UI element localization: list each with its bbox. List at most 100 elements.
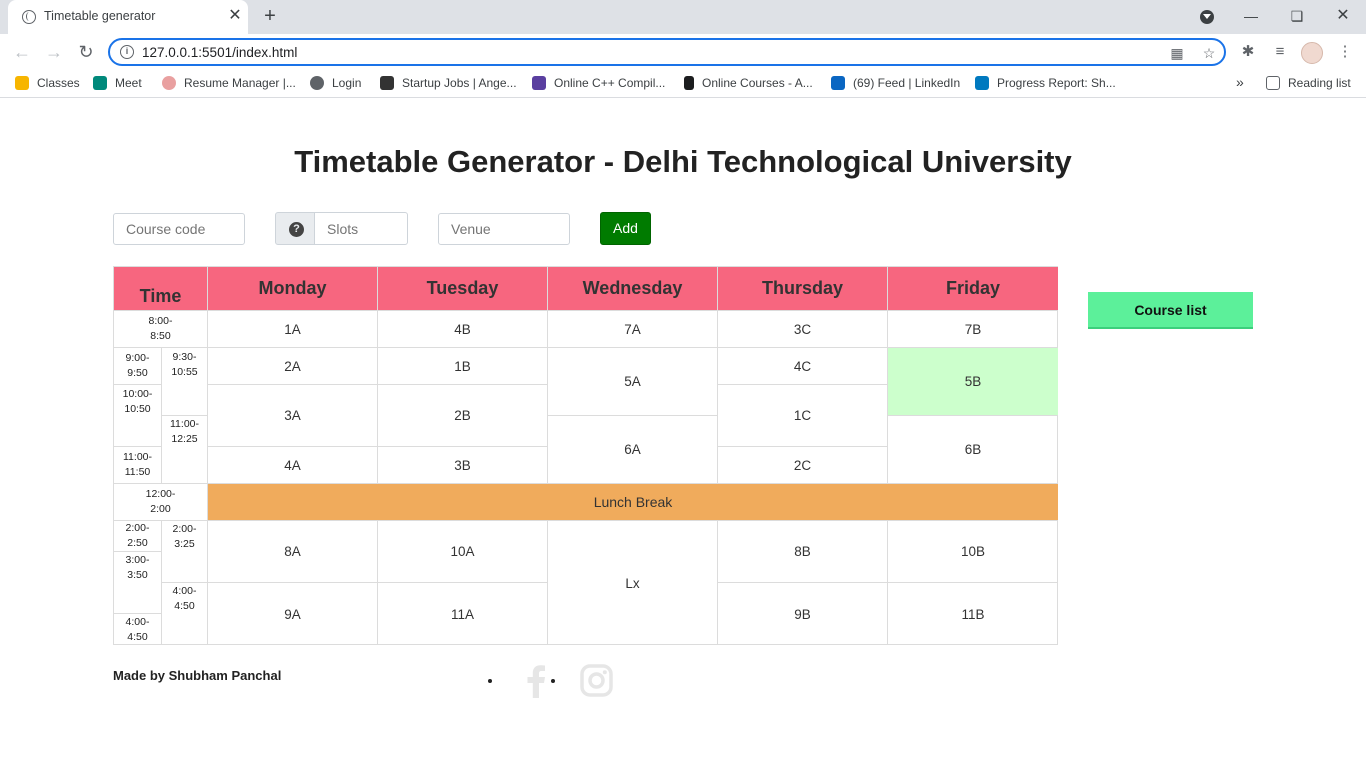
close-icon[interactable]: ✕ (225, 6, 245, 26)
slot-cell[interactable]: Lx (548, 521, 718, 645)
facebook-icon[interactable] (524, 664, 548, 698)
google-meet-icon (93, 76, 107, 90)
avatar[interactable] (1301, 42, 1323, 64)
course-code-input[interactable] (113, 213, 245, 245)
address-bar[interactable]: i 127.0.0.1:5501/index.html ▦ ☆ (108, 38, 1226, 66)
bookmark-meet[interactable]: Meet (93, 76, 142, 92)
slot-cell-highlighted[interactable]: 5B (888, 348, 1058, 416)
globe-icon (22, 10, 36, 24)
trello-icon (975, 76, 989, 90)
slot-cell[interactable]: 1C (718, 385, 888, 447)
time-slot: 9:30- 10:55 (162, 348, 208, 416)
slot-cell[interactable]: 11A (378, 583, 548, 645)
close-window-button[interactable]: ✕ (1328, 4, 1358, 28)
minimize-button[interactable]: — (1236, 4, 1266, 28)
slot-cell[interactable]: 3B (378, 447, 548, 484)
more-bookmarks-button[interactable]: » (1236, 74, 1244, 90)
tab-strip: Timetable generator ✕ + — ❏ ✕ (0, 0, 1366, 34)
udemy-icon (684, 76, 694, 90)
url-text: 127.0.0.1:5501/index.html (142, 45, 298, 60)
bookmark-linkedin[interactable]: (69) Feed | LinkedIn (831, 76, 960, 92)
day-header-tuesday: Tuesday (378, 267, 548, 311)
slot-cell[interactable]: 8A (208, 521, 378, 583)
slot-cell[interactable]: 7B (888, 311, 1058, 348)
slot-cell[interactable]: 7A (548, 311, 718, 348)
star-icon[interactable]: ☆ (1200, 44, 1218, 62)
lunch-break: Lunch Break (208, 484, 1058, 521)
time-slot: 10:00- 10:50 (114, 385, 162, 447)
slot-cell[interactable]: 10A (378, 521, 548, 583)
bookmarks-bar: Classes Meet Resume Manager |... Login S… (0, 70, 1366, 98)
slot-cell[interactable]: 9A (208, 583, 378, 645)
angellist-icon (380, 76, 394, 90)
instagram-icon[interactable] (580, 664, 613, 697)
resume-manager-icon (162, 76, 176, 90)
time-slot: 2:00- 3:25 (162, 521, 208, 583)
google-classroom-icon (15, 76, 29, 90)
time-slot: 11:00- 11:50 (114, 447, 162, 484)
browser-toolbar: ← → ↻ i 127.0.0.1:5501/index.html ▦ ☆ ✱ … (0, 34, 1366, 70)
site-info-icon[interactable]: i (120, 45, 134, 59)
bookmark-classes[interactable]: Classes (15, 76, 80, 92)
time-slot: 8:00- 8:50 (114, 311, 208, 348)
slot-cell[interactable]: 4A (208, 447, 378, 484)
slot-cell[interactable]: 6A (548, 416, 718, 484)
question-icon: ? (289, 222, 304, 237)
list-bullet (488, 679, 492, 683)
time-slot: 9:00- 9:50 (114, 348, 162, 385)
bookmark-cpp-compiler[interactable]: Online C++ Compil... (532, 76, 665, 92)
slot-cell[interactable]: 6B (888, 416, 1058, 484)
time-slot: 11:00- 12:25 (162, 416, 208, 484)
footer-credit: Made by Shubham Panchal (113, 668, 282, 683)
day-header-thursday: Thursday (718, 267, 888, 311)
bolt-icon (532, 76, 546, 90)
slot-cell[interactable]: 4B (378, 311, 548, 348)
reading-list-icon (1266, 76, 1280, 90)
slot-cell[interactable]: 10B (888, 521, 1058, 583)
slot-cell[interactable]: 1B (378, 348, 548, 385)
browser-tab[interactable]: Timetable generator ✕ (8, 0, 248, 34)
tab-title: Timetable generator (44, 9, 156, 23)
slots-input[interactable] (314, 212, 408, 245)
day-header-monday: Monday (208, 267, 378, 311)
slot-cell[interactable]: 1A (208, 311, 378, 348)
tab-search-icon[interactable] (1200, 10, 1214, 24)
reload-button[interactable]: ↻ (74, 40, 98, 64)
day-header-wednesday: Wednesday (548, 267, 718, 311)
bookmark-resume-manager[interactable]: Resume Manager |... (162, 76, 296, 92)
extensions-icon[interactable]: ✱ (1238, 42, 1258, 62)
slot-cell[interactable]: 2A (208, 348, 378, 385)
slot-cell[interactable]: 8B (718, 521, 888, 583)
time-slot: 4:00- 4:50 (162, 583, 208, 645)
add-button[interactable]: Add (600, 212, 651, 245)
slot-cell[interactable]: 2C (718, 447, 888, 484)
slot-cell[interactable]: 3A (208, 385, 378, 447)
time-slot: 3:00- 3:50 (114, 552, 162, 614)
timetable: Time Monday Tuesday Wednesday Thursday F… (113, 266, 1058, 645)
forward-button[interactable]: → (42, 40, 66, 64)
media-controls-icon[interactable]: ≡ (1270, 42, 1290, 62)
slot-cell[interactable]: 2B (378, 385, 548, 447)
bookmark-online-courses[interactable]: Online Courses - A... (684, 76, 813, 92)
page-title: Timetable Generator - Delhi Technologica… (294, 144, 1072, 179)
qr-code-icon[interactable]: ▦ (1168, 44, 1186, 62)
course-list-button[interactable]: Course list (1088, 292, 1253, 329)
slot-cell[interactable]: 11B (888, 583, 1058, 645)
slot-cell[interactable]: 3C (718, 311, 888, 348)
time-slot: 2:00- 2:50 (114, 521, 162, 552)
new-tab-button[interactable]: + (258, 4, 282, 28)
menu-icon[interactable]: ⋮ (1335, 42, 1355, 62)
reading-list-button[interactable]: Reading list (1266, 76, 1351, 92)
slot-cell[interactable]: 4C (718, 348, 888, 385)
slot-cell[interactable]: 9B (718, 583, 888, 645)
help-button[interactable]: ? (275, 212, 315, 245)
back-button[interactable]: ← (10, 40, 34, 64)
slot-cell[interactable]: 5A (548, 348, 718, 416)
bookmark-progress-report[interactable]: Progress Report: Sh... (975, 76, 1116, 92)
time-slot: 4:00- 4:50 (114, 614, 162, 645)
list-bullet (551, 679, 555, 683)
venue-input[interactable] (438, 213, 570, 245)
bookmark-login[interactable]: Login (310, 76, 361, 92)
restore-button[interactable]: ❏ (1282, 4, 1312, 28)
bookmark-startup-jobs[interactable]: Startup Jobs | Ange... (380, 76, 517, 92)
